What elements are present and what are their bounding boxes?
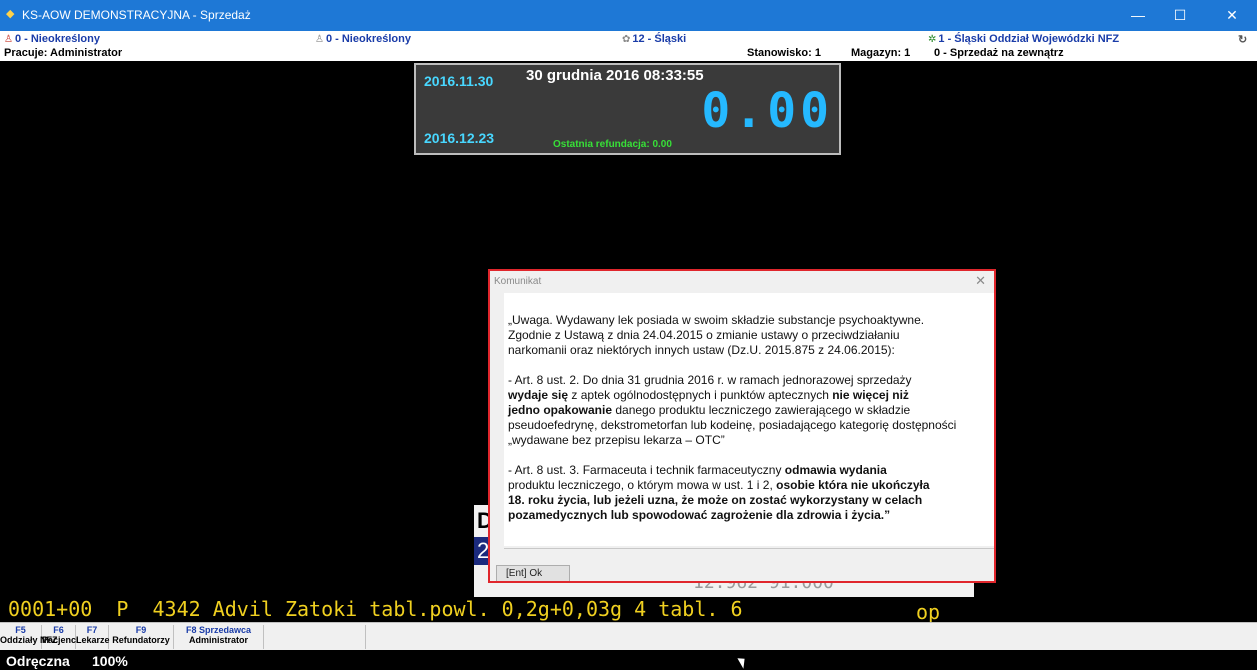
message-line: narkomanii oraz niektórych innych ustaw … [508,343,895,357]
entry-mode: Odręczna [6,653,70,669]
close-window-button[interactable]: ✕ [1212,0,1252,31]
price-panel: 2016.11.30 30 grudnia 2016 08:33:55 0.00… [414,63,841,155]
person-icon: ♙ [4,34,13,45]
function-key-bar: F5 Oddziały NFZ F6 Pacjenci F7 Lekarze F9 Re… [0,622,1257,650]
sale-mode-label: 0 - Sprzedaż na zewnątrz [934,47,1064,59]
fkey-pacjenci[interactable]: F6 Pacjenci [42,625,79,649]
message-line: Zgodnie z Ustawą z dnia 24.04.2015 o zmi… [508,328,900,342]
dialog-title: Komunikat [494,276,542,287]
message-line: „Uwaga. Wydawany lek posiada w swoim skł… [508,313,925,327]
dialog-separator [504,548,994,549]
nfz-cell[interactable]: ✲ 1 - Śląski Oddział Wojewódzki NFZ [928,33,1119,45]
date-bottom: 2016.12.23 [424,130,495,146]
current-datetime: 30 grudnia 2016 08:33:55 [526,67,704,84]
caduceus-icon: ✲ [928,34,937,45]
minimize-button[interactable]: — [1118,0,1158,31]
region-text: 12 - Śląski [632,33,687,45]
status-bar: Odręczna 100% [0,650,1257,670]
message-line: produktu leczniczego, o którym mowa w us… [508,478,930,492]
message-line: 18. roku życia, lub jeżeli uzna, że może… [508,493,923,507]
message-line: - Art. 8 ust. 2. Do dnia 31 grudnia 2016… [508,373,912,387]
region-cell[interactable]: ✿ 12 - Śląski [622,33,686,45]
fkey-refundatorzy[interactable]: F9 Refundatorzy [109,625,174,649]
message-line: - Art. 8 ust. 3. Farmaceuta i technik fa… [508,463,887,477]
message-line: „wydawane bez przepisu lekarza – OTC” [508,433,725,447]
fkey-empty [264,625,366,649]
dialog-close-icon[interactable]: ✕ [975,273,986,289]
stanowisko-label: Stanowisko: 1 [747,47,821,59]
receipt-line[interactable]: 0001+00 P 4342 Advil Zatoki tabl.powl. 0… [8,597,743,621]
refresh-icon[interactable]: ↻ [1238,33,1247,46]
last-refund: Ostatnia refundacja: 0.00 [553,139,672,150]
message-line: pozamedycznych lub spowodować zagrożenie… [508,508,891,522]
user-label: Pracuje: Administrator [4,47,123,59]
receipt-unit: op [916,600,941,624]
message-line: pseudoefedrynę, dekstrometorfan lub kode… [508,418,957,432]
dialog-message: „Uwaga. Wydawany lek posiada w swoim skł… [504,293,994,546]
message-dialog: Komunikat ✕ „Uwaga. Wydawany lek posiada… [488,269,996,583]
magazyn-label: Magazyn: 1 [851,47,911,59]
maximize-button[interactable]: ☐ [1160,0,1200,31]
title-bar: ◆ KS-AOW DEMONSTRACYJNA - Sprzedaż — ☐ ✕ [0,0,1257,31]
app-diamond-icon: ◆ [6,8,15,20]
total-amount: 0.00 [701,83,833,139]
discount-percent: 100% [92,653,128,669]
oddzial2-text: 0 - Nieokreślony [325,33,411,45]
nfz-text: 1 - Śląski Oddział Wojewódzki NFZ [938,33,1120,45]
date-top: 2016.11.30 [424,73,494,89]
oddzial-text: 0 - Nieokreślony [14,33,100,45]
ok-button[interactable]: [Ent] Ok [496,565,570,581]
oddzial-cell[interactable]: ♙ 0 - Nieokreślony [4,33,100,45]
fkey-lekarze[interactable]: F7 Lekarze [76,625,110,649]
message-line: wydaje się z aptek ogólnodostępnych i pu… [508,388,909,402]
fkey-oddzialy-nfz[interactable]: F5 Oddziały NFZ [0,625,58,649]
person-outline-icon: ♙ [315,34,324,45]
info-bar: ♙ 0 - Nieokreślony ♙ 0 - Nieokreślony ✿ 12 … [0,31,1257,61]
gear-icon: ✿ [622,34,631,45]
oddzial2-cell[interactable]: ♙ 0 - Nieokreślony [315,33,411,45]
message-line: jedno opakowanie danego produktu lecznic… [508,403,911,417]
window-title: KS-AOW DEMONSTRACYJNA - Sprzedaż [22,8,251,22]
fkey-sprzedawca[interactable]: F8 Sprzedawca Administrator [174,625,264,649]
